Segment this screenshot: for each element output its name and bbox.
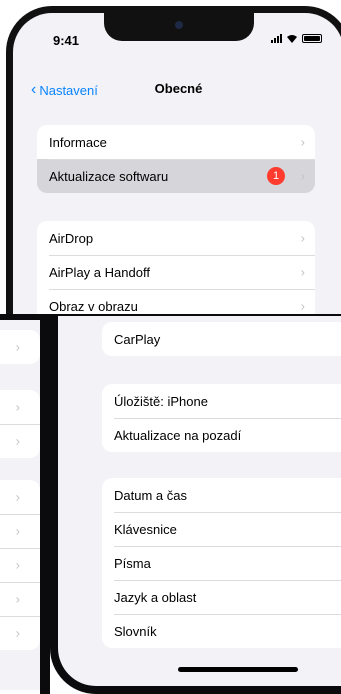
chevron-right-icon: › xyxy=(300,230,305,246)
row-airplay-handoff[interactable]: AirPlay a Handoff › xyxy=(37,255,315,289)
chevron-right-icon: › xyxy=(300,264,305,280)
update-badge: 1 xyxy=(267,167,285,185)
chevron-right-icon: › xyxy=(15,557,20,573)
bezel-edge xyxy=(40,320,50,694)
front-camera xyxy=(175,21,183,29)
row-label: Aktualizace na pozadí xyxy=(114,427,242,443)
row-informace[interactable]: Informace › xyxy=(37,125,315,159)
row-label: Jazyk a oblast xyxy=(114,589,197,605)
status-icons xyxy=(271,33,322,43)
row-label: AirDrop xyxy=(49,230,94,246)
wifi-icon xyxy=(287,34,297,43)
chevron-right-icon: › xyxy=(15,339,20,355)
row-label: CarPlay xyxy=(114,331,161,347)
chevron-right-icon: › xyxy=(15,433,20,449)
battery-icon xyxy=(302,33,322,43)
strip-group-2: › › xyxy=(0,390,40,458)
chevron-right-icon: › xyxy=(300,134,305,150)
row-label: Písma xyxy=(114,555,151,571)
row-label: Úložiště: iPhone xyxy=(114,393,208,409)
chevron-right-icon: › xyxy=(15,523,20,539)
settings-group-2: AirDrop › AirPlay a Handoff › Obraz v ob… xyxy=(37,221,315,323)
row-storage[interactable]: Úložiště: iPhone xyxy=(102,384,341,418)
settings-group-locale: Datum a čas Klávesnice Písma Jazyk a obl… xyxy=(102,478,341,648)
row-dictionary[interactable]: Slovník xyxy=(102,614,341,648)
row-label: Aktualizace softwaru xyxy=(49,168,169,184)
bottom-phone-screen: CarPlay Úložiště: iPhone Aktualizace na … xyxy=(50,316,341,694)
row-language[interactable]: Jazyk a oblast xyxy=(102,580,341,614)
row-background-refresh[interactable]: Aktualizace na pozadí xyxy=(102,418,341,452)
settings-group-storage: Úložiště: iPhone Aktualizace na pozadí xyxy=(102,384,341,452)
chevron-right-icon: › xyxy=(300,298,305,314)
chevron-right-icon: › xyxy=(15,399,20,415)
status-time: 9:41 xyxy=(53,33,80,48)
settings-group-1: Informace › Aktualizace softwaru 1 › xyxy=(37,125,315,193)
row-label: Informace xyxy=(49,134,107,150)
strip-row: › xyxy=(0,582,40,616)
row-keyboard[interactable]: Klávesnice xyxy=(102,512,341,546)
settings-group-carplay: CarPlay xyxy=(102,322,341,356)
row-datetime[interactable]: Datum a čas xyxy=(102,478,341,512)
row-label: Datum a čas xyxy=(114,487,187,503)
row-carplay[interactable]: CarPlay xyxy=(102,322,341,356)
chevron-right-icon: › xyxy=(15,489,20,505)
left-screen-strip: › › › › › › › › xyxy=(0,320,44,690)
row-label: Obraz v obrazu xyxy=(49,298,138,314)
strip-row: › xyxy=(0,424,40,458)
row-label: AirPlay a Handoff xyxy=(49,264,150,280)
signal-icon xyxy=(271,33,282,43)
strip-row: › xyxy=(0,330,40,364)
row-aktualizace-softwaru[interactable]: Aktualizace softwaru 1 › xyxy=(37,159,315,193)
page-title: Obecné xyxy=(154,81,203,96)
chevron-right-icon: › xyxy=(15,591,20,607)
row-label: Klávesnice xyxy=(114,521,177,537)
chevron-right-icon: › xyxy=(300,168,305,184)
strip-group-1: › xyxy=(0,330,40,364)
home-indicator xyxy=(178,667,298,672)
strip-row: › xyxy=(0,548,40,582)
strip-group-3: › › › › › xyxy=(0,480,40,650)
strip-row: › xyxy=(0,480,40,514)
strip-row: › xyxy=(0,514,40,548)
chevron-right-icon: › xyxy=(15,625,20,641)
strip-row: › xyxy=(0,390,40,424)
row-airdrop[interactable]: AirDrop › xyxy=(37,221,315,255)
navigation-bar: ‹ Nastavení Obecné xyxy=(13,73,341,103)
row-label: Slovník xyxy=(114,623,157,639)
row-fonts[interactable]: Písma xyxy=(102,546,341,580)
strip-row: › xyxy=(0,616,40,650)
